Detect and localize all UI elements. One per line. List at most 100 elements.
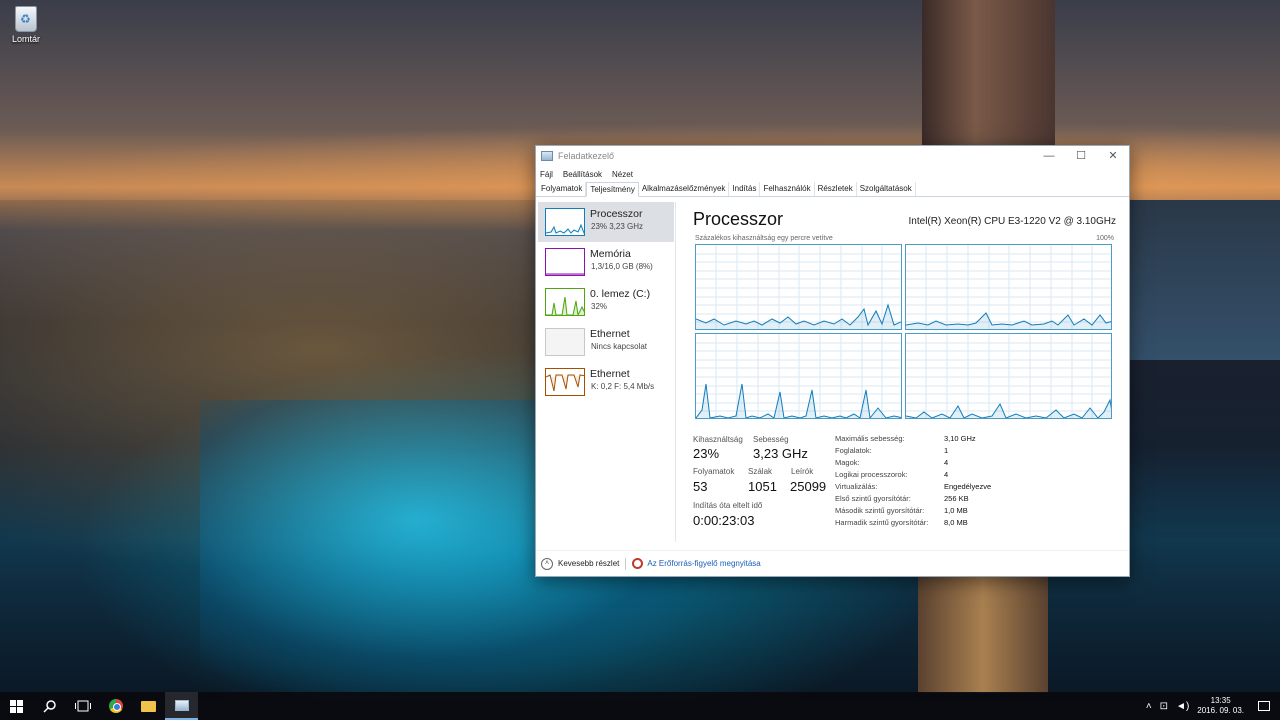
sidebar-item-sub: K: 0,2 F: 5,4 Mb/s xyxy=(591,382,655,391)
maximize-button[interactable]: ☐ xyxy=(1065,146,1097,166)
sidebar-item-sub: Nincs kapcsolat xyxy=(591,342,648,351)
sidebar-item-memory[interactable]: Memória 1,3/16,0 GB (8%) xyxy=(538,242,674,282)
minimize-button[interactable]: — xyxy=(1033,146,1065,166)
tab-strip: Folyamatok Teljesítmény Alkalmazáselőzmé… xyxy=(536,182,1129,197)
cpu-core-graph-2 xyxy=(905,244,1112,330)
disk-thumbnail-graph xyxy=(545,288,585,316)
detail-label: Magok: xyxy=(835,458,860,467)
detail-value: 8,0 MB xyxy=(944,518,968,527)
menu-file[interactable]: Fájl xyxy=(540,170,553,179)
detail-value: 256 KB xyxy=(944,494,969,503)
task-manager-window: Feladatkezelő — ☐ ✕ Fájl Beállítások Néz… xyxy=(535,145,1130,577)
sidebar-item-label: Memória xyxy=(590,248,631,260)
chevron-up-icon[interactable]: ˄ xyxy=(1146,701,1152,712)
tab-processes[interactable]: Folyamatok xyxy=(538,182,587,196)
cpu-thumbnail-graph xyxy=(545,208,585,236)
close-button[interactable]: ✕ xyxy=(1097,146,1129,166)
task-manager-app-icon xyxy=(541,151,553,161)
title-bar[interactable]: Feladatkezelő — ☐ ✕ xyxy=(536,146,1129,166)
file-explorer-taskbar-button[interactable] xyxy=(132,692,165,720)
volume-icon[interactable]: ◄) xyxy=(1176,701,1189,712)
sidebar-item-sub: 23% 3,23 GHz xyxy=(591,222,644,231)
detail-label: Második szintű gyorsítótár: xyxy=(835,506,925,515)
tab-details[interactable]: Részletek xyxy=(815,182,857,196)
graph-caption: Százalékos kihasználtság egy percre vetí… xyxy=(695,235,833,242)
utilization-label: Kihasználtság xyxy=(693,435,743,444)
start-button[interactable] xyxy=(0,692,33,720)
sidebar-item-label: Ethernet xyxy=(590,368,630,380)
clock-time: 13:35 xyxy=(1210,696,1231,705)
menu-options[interactable]: Beállítások xyxy=(563,170,602,179)
task-view-button[interactable] xyxy=(66,692,99,720)
wallpaper-tower xyxy=(922,0,1055,150)
sidebar-item-disk[interactable]: 0. lemez (C:) 32% xyxy=(538,282,674,322)
footer-divider xyxy=(625,557,627,570)
detail-label: Logikai processzorok: xyxy=(835,470,908,479)
notification-center-icon[interactable] xyxy=(1258,701,1270,711)
tab-startup[interactable]: Indítás xyxy=(729,182,761,196)
cpu-mini-chart xyxy=(546,223,584,234)
detail-label: Foglalatok: xyxy=(835,446,872,455)
task-manager-taskbar-button[interactable] xyxy=(165,692,198,720)
detail-value: 4 xyxy=(944,470,949,479)
sidebar-item-ethernet-2[interactable]: Ethernet K: 0,2 F: 5,4 Mb/s xyxy=(538,362,674,402)
sidebar-item-label: Processzor xyxy=(590,208,643,220)
taskbar: ˄ ⊡ ◄) 13:35 2016. 09. 03. xyxy=(0,692,1280,720)
tab-users[interactable]: Felhasználók xyxy=(760,182,815,196)
clock[interactable]: 13:35 2016. 09. 03. xyxy=(1197,696,1244,716)
tab-app-history[interactable]: Alkalmazáselőzmények xyxy=(639,182,730,196)
threads-label: Szálak xyxy=(748,467,773,476)
detail-value: Engedélyezve xyxy=(944,482,992,491)
network-icon[interactable]: ⊡ xyxy=(1160,701,1168,712)
threads-value: 1051 xyxy=(748,479,777,494)
chrome-taskbar-button[interactable] xyxy=(99,692,132,720)
clock-date: 2016. 09. 03. xyxy=(1197,706,1244,715)
open-resource-monitor-link[interactable]: Az Erőforrás-figyelő megnyitása xyxy=(647,559,760,568)
ethernet-1-thumbnail-graph xyxy=(545,328,585,356)
resource-sidebar: Processzor 23% 3,23 GHz Memória 1,3/16,0… xyxy=(536,202,676,542)
handles-label: Leírók xyxy=(791,467,814,476)
core-1-chart xyxy=(696,245,901,329)
chevron-up-icon[interactable]: ˄ xyxy=(541,557,553,570)
memory-mini-chart xyxy=(546,273,584,275)
uptime-value: 0:00:23:03 xyxy=(693,513,755,528)
ethernet-2-thumbnail-graph xyxy=(545,368,585,396)
uptime-label: Indítás óta eltelt idő xyxy=(693,501,763,510)
handles-value: 25099 xyxy=(790,479,827,494)
sidebar-item-sub: 32% xyxy=(591,302,608,311)
core-2-chart xyxy=(906,245,1111,329)
start-icon xyxy=(10,699,23,713)
tab-services[interactable]: Szolgáltatások xyxy=(857,182,916,196)
detail-label: Első szintű gyorsítótár: xyxy=(835,494,911,503)
resource-monitor-icon xyxy=(632,558,644,569)
cpu-model-name: Intel(R) Xeon(R) CPU E3-1220 V2 @ 3.10GH… xyxy=(908,216,1116,227)
sidebar-item-cpu[interactable]: Processzor 23% 3,23 GHz xyxy=(538,202,674,242)
sidebar-item-label: Ethernet xyxy=(590,328,630,340)
search-button[interactable] xyxy=(33,692,66,720)
sidebar-item-ethernet-1[interactable]: Ethernet Nincs kapcsolat xyxy=(538,322,674,362)
memory-thumbnail-graph xyxy=(545,248,585,276)
wallpaper-sea xyxy=(1130,200,1280,360)
recycle-bin-desktop-icon[interactable]: Lomtár xyxy=(6,4,46,44)
window-title: Feladatkezelő xyxy=(558,151,615,161)
core-4-chart xyxy=(906,334,1111,418)
detail-label: Maximális sebesség: xyxy=(835,434,905,443)
processes-label: Folyamatok xyxy=(693,467,735,476)
detail-label: Harmadik szintű gyorsítótár: xyxy=(835,518,929,527)
fewer-details-link[interactable]: Kevesebb részlet xyxy=(558,559,619,568)
utilization-value: 23% xyxy=(693,446,720,461)
cpu-core-graph-3 xyxy=(695,333,902,419)
tab-performance[interactable]: Teljesítmény xyxy=(586,182,639,197)
cpu-core-graph-4 xyxy=(905,333,1112,419)
window-footer: ˄ Kevesebb részlet Az Erőforrás-figyelő … xyxy=(536,550,1129,576)
detail-value: 1 xyxy=(944,446,949,455)
cpu-detail-panel: Processzor Intel(R) Xeon(R) CPU E3-1220 … xyxy=(693,198,1118,544)
cpu-core-graph-1 xyxy=(695,244,902,330)
file-explorer-icon xyxy=(141,700,156,712)
disk-mini-chart xyxy=(546,296,584,315)
processes-value: 53 xyxy=(693,479,708,494)
graph-max-label: 100% xyxy=(1096,235,1114,242)
recycle-bin-icon xyxy=(15,6,37,32)
ethernet-mini-chart xyxy=(546,374,584,392)
menu-view[interactable]: Nézet xyxy=(612,170,633,179)
